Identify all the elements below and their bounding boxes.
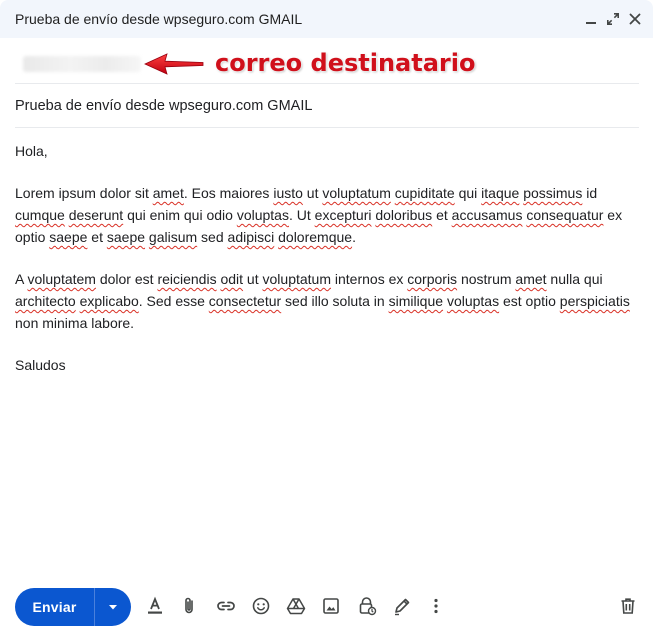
drive-icon	[286, 598, 306, 615]
insert-photo-button[interactable]	[319, 594, 343, 618]
body-text: et	[432, 207, 452, 223]
annotation-label: correo destinatario	[215, 49, 476, 77]
body-text: . Eos maiores	[183, 185, 274, 201]
trash-icon	[621, 598, 635, 614]
annotation-arrow-icon	[144, 53, 204, 75]
message-body[interactable]: Hola, Lorem ipsum dolor sit amet. Eos ma…	[15, 140, 639, 396]
misspelled-word[interactable]: voluptatum	[322, 185, 390, 201]
photo-icon	[323, 598, 339, 614]
body-text: . Ut	[288, 207, 315, 223]
misspelled-word[interactable]: amet	[153, 185, 184, 201]
attach-files-button[interactable]	[177, 594, 201, 618]
compose-titlebar[interactable]: Prueba de envío desde wpseguro.com GMAIL	[0, 0, 653, 38]
send-button-group: Enviar	[15, 588, 131, 626]
body-text: dolor est	[95, 271, 158, 287]
body-text: internos ex	[331, 271, 408, 287]
misspelled-word[interactable]: similique	[389, 293, 443, 309]
body-text: Lorem ipsum dolor sit	[15, 185, 153, 201]
body-text: .	[352, 229, 356, 245]
send-button[interactable]: Enviar	[15, 588, 94, 626]
emoji-icon	[252, 597, 270, 615]
misspelled-word[interactable]: odit	[220, 271, 243, 287]
expand-icon	[607, 13, 619, 25]
misspelled-word[interactable]: iusto	[273, 185, 303, 201]
more-options-button[interactable]	[424, 594, 448, 618]
body-text: est optio	[499, 293, 560, 309]
body-text: nostrum	[457, 271, 516, 287]
body-text: nulla qui	[546, 271, 603, 287]
misspelled-word[interactable]: galisum	[149, 229, 197, 245]
body-text: qui enim qui odio	[123, 207, 237, 223]
misspelled-word[interactable]: doloribus	[375, 207, 432, 223]
window-title: Prueba de envío desde wpseguro.com GMAIL	[15, 11, 303, 27]
misspelled-word[interactable]: perspiciatis	[560, 293, 630, 309]
body-paragraph-2: A voluptatem dolor est reiciendis odit u…	[15, 268, 639, 334]
confidential-lock-icon	[359, 597, 377, 616]
dropdown-arrow-icon	[109, 605, 117, 610]
body-text: . Sed esse	[138, 293, 209, 309]
subject-field[interactable]: Prueba de envío desde wpseguro.com GMAIL	[15, 85, 639, 128]
insert-drive-file-button[interactable]	[284, 594, 308, 618]
body-text: sed	[197, 229, 228, 245]
misspelled-word[interactable]: reiciendis	[157, 271, 216, 287]
fullscreen-button[interactable]	[605, 11, 621, 27]
misspelled-word[interactable]: voluptatum	[263, 271, 331, 287]
body-text: et	[87, 229, 107, 245]
misspelled-word[interactable]: voluptas	[447, 293, 499, 309]
misspelled-word[interactable]: excepturi	[315, 207, 372, 223]
body-text: sed illo soluta in	[281, 293, 389, 309]
misspelled-word[interactable]: accusamus	[452, 207, 523, 223]
close-button[interactable]	[627, 11, 643, 27]
signature-pen-icon	[395, 598, 410, 616]
greeting: Hola,	[15, 143, 48, 159]
misspelled-word[interactable]: cupiditate	[395, 185, 455, 201]
misspelled-word[interactable]: possimus	[523, 185, 582, 201]
closing: Saludos	[15, 357, 66, 373]
misspelled-word[interactable]: consequatur	[526, 207, 603, 223]
body-paragraph-1: Lorem ipsum dolor sit amet. Eos maiores …	[15, 182, 639, 248]
misspelled-word[interactable]: voluptatem	[27, 271, 95, 287]
misspelled-word[interactable]: saepe	[49, 229, 87, 245]
text-format-icon	[148, 596, 162, 614]
body-text: id	[582, 185, 598, 201]
confidential-mode-button[interactable]	[355, 594, 379, 618]
misspelled-word[interactable]: corporis	[407, 271, 457, 287]
schedule-send-dropdown[interactable]	[95, 588, 131, 626]
compose-toolbar: Enviar	[0, 586, 653, 628]
minimize-button[interactable]	[583, 11, 599, 27]
misspelled-word[interactable]: consectetur	[209, 293, 281, 309]
misspelled-word[interactable]: amet	[515, 271, 546, 287]
misspelled-word[interactable]: saepe	[107, 229, 145, 245]
body-text: non minima labore.	[15, 315, 135, 331]
misspelled-word[interactable]: deserunt	[69, 207, 123, 223]
window-controls	[583, 0, 643, 38]
insert-emoji-button[interactable]	[249, 594, 273, 618]
formatting-options-button[interactable]	[143, 594, 167, 618]
misspelled-word[interactable]: doloremque	[278, 229, 352, 245]
insert-signature-button[interactable]	[390, 594, 414, 618]
body-text: ut	[243, 271, 263, 287]
body-text: qui	[454, 185, 482, 201]
minimize-icon	[586, 22, 596, 24]
link-icon	[217, 601, 235, 611]
insert-link-button[interactable]	[214, 594, 238, 618]
misspelled-word[interactable]: architecto	[15, 293, 76, 309]
body-text: A	[15, 271, 28, 287]
discard-draft-button[interactable]	[616, 594, 640, 618]
body-text: ut	[302, 185, 323, 201]
misspelled-word[interactable]: adipisci	[228, 229, 275, 245]
misspelled-word[interactable]: cumque	[15, 207, 65, 223]
attach-icon	[185, 597, 193, 614]
misspelled-word[interactable]: voluptas	[237, 207, 289, 223]
more-options-icon	[434, 598, 438, 614]
recipient-field[interactable]: correo destinatario	[15, 44, 639, 84]
close-icon	[629, 13, 641, 25]
blurred-recipient-email	[23, 56, 141, 72]
misspelled-word[interactable]: explicabo	[80, 293, 139, 309]
subject-text: Prueba de envío desde wpseguro.com GMAIL	[15, 98, 313, 114]
misspelled-word[interactable]: itaque	[481, 185, 519, 201]
